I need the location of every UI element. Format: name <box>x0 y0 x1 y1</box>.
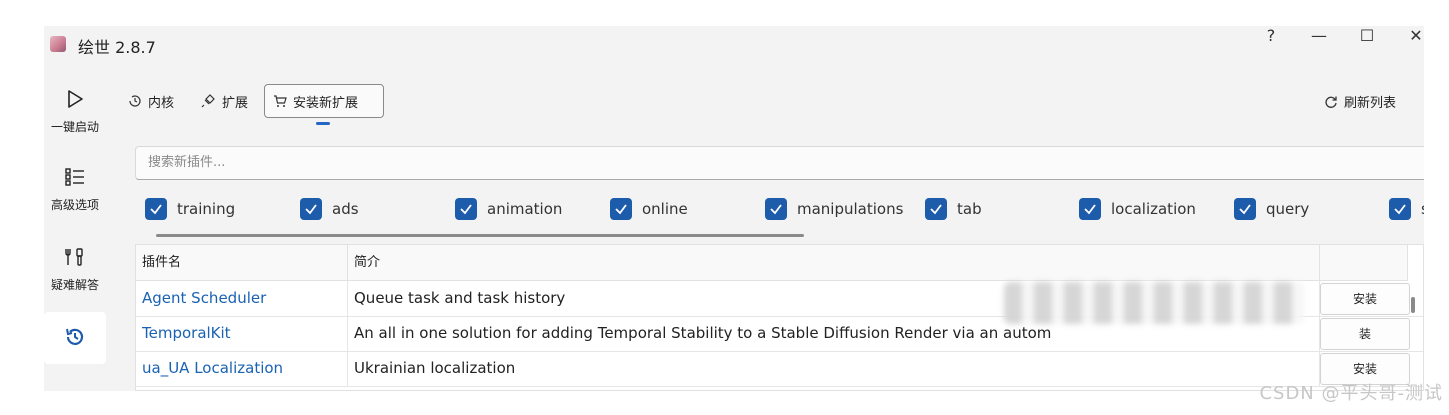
filter-label: training <box>177 200 236 218</box>
play-icon <box>68 90 83 108</box>
app-logo-icon <box>50 36 66 52</box>
extension-name-link[interactable]: TemporalKit <box>136 316 348 351</box>
checkbox-checked-icon[interactable] <box>145 198 167 220</box>
checkbox-checked-icon[interactable] <box>455 198 477 220</box>
close-button[interactable]: ✕ <box>1401 26 1424 45</box>
filter-query[interactable]: query <box>1234 198 1309 220</box>
filter-tab[interactable]: tab <box>925 198 982 220</box>
checkbox-checked-icon[interactable] <box>1389 198 1411 220</box>
help-button[interactable]: ? <box>1256 26 1286 45</box>
checkbox-checked-icon[interactable] <box>765 198 787 220</box>
checkbox-checked-icon[interactable] <box>1234 198 1256 220</box>
tab-label: 安装新扩展 <box>293 95 359 111</box>
sidebar-item-label: 疑难解答 <box>50 278 99 292</box>
checkbox-checked-icon[interactable] <box>300 198 322 220</box>
filter-ads[interactable]: ads <box>300 198 359 220</box>
filter-label: manipulations <box>797 200 904 218</box>
sidebar-item-advanced[interactable]: 高级选项 <box>44 166 106 213</box>
refresh-list-button[interactable]: 刷新列表 <box>1324 92 1396 111</box>
filter-label: online <box>642 200 688 218</box>
sidebar-item-label: 高级选项 <box>50 198 99 212</box>
list-icon <box>65 168 84 186</box>
search-input[interactable]: 搜索新插件... <box>135 146 1424 180</box>
tab-core[interactable]: 内核 <box>128 84 174 118</box>
install-button[interactable]: 安装 <box>1320 283 1410 315</box>
filter-training[interactable]: training <box>145 198 235 220</box>
checkbox-checked-icon[interactable] <box>925 198 947 220</box>
history-icon <box>129 95 141 107</box>
title-bar: 绘世 2.8.7 ? — ☐ ✕ <box>44 26 1424 66</box>
filter-partial[interactable]: s <box>1389 198 1424 220</box>
filter-label: s <box>1421 200 1424 218</box>
filter-label: ads <box>332 200 359 218</box>
install-button[interactable]: 装 <box>1320 318 1410 350</box>
table-row: ua_UA Localization Ukrainian localizatio… <box>136 351 1423 387</box>
filter-label: query <box>1266 200 1310 218</box>
extension-name-link[interactable]: Agent Scheduler <box>136 281 348 316</box>
filter-label: localization <box>1111 200 1196 218</box>
tab-label: 内核 <box>148 95 175 111</box>
table-scrollbar[interactable] <box>1411 297 1415 313</box>
tools-icon <box>65 248 83 266</box>
filter-label: tab <box>957 200 982 218</box>
column-header-action <box>1320 245 1408 281</box>
maximize-button[interactable]: ☐ <box>1352 26 1382 45</box>
redacted-overlay <box>1004 282 1304 324</box>
filter-online[interactable]: online <box>610 198 688 220</box>
window-title: 绘世 2.8.7 <box>78 38 156 57</box>
sidebar-item-label: 一键启动 <box>50 120 99 134</box>
history-icon <box>66 328 84 345</box>
checkbox-checked-icon[interactable] <box>1079 198 1101 220</box>
column-header-name[interactable]: 插件名 <box>136 245 348 281</box>
refresh-icon <box>1325 96 1337 108</box>
app-window: 绘世 2.8.7 ? — ☐ ✕ 一键启动 高级选项 疑难解答 内核 扩展 安装… <box>44 26 1424 391</box>
filter-label: animation <box>487 200 563 218</box>
filters-scrollbar[interactable] <box>156 234 804 237</box>
column-header-description[interactable]: 简介 <box>348 245 1320 281</box>
tab-extensions[interactable]: 扩展 <box>200 84 248 118</box>
tab-active-indicator <box>316 122 330 125</box>
watermark: CSDN @平头哥-测试 <box>1259 383 1443 404</box>
plug-icon <box>201 94 215 108</box>
sidebar-item-history[interactable] <box>44 326 106 348</box>
extension-name-link[interactable]: ua_UA Localization <box>136 351 348 386</box>
tab-install-new[interactable]: 安装新扩展 <box>264 84 384 118</box>
filter-manipulations[interactable]: manipulations <box>765 198 903 220</box>
tag-filters: training ads animation online manipulati… <box>145 198 1424 226</box>
sidebar-item-troubleshoot[interactable]: 疑难解答 <box>44 246 106 293</box>
minimize-button[interactable]: — <box>1304 26 1334 45</box>
checkbox-checked-icon[interactable] <box>610 198 632 220</box>
tab-label: 扩展 <box>222 95 249 111</box>
filter-localization[interactable]: localization <box>1079 198 1196 220</box>
cart-icon <box>274 95 287 107</box>
extension-description: Ukrainian localization <box>348 351 1320 386</box>
sidebar: 一键启动 高级选项 疑难解答 <box>44 74 106 391</box>
filter-animation[interactable]: animation <box>455 198 562 220</box>
sidebar-item-launch[interactable]: 一键启动 <box>44 88 106 135</box>
refresh-label: 刷新列表 <box>1344 96 1397 111</box>
